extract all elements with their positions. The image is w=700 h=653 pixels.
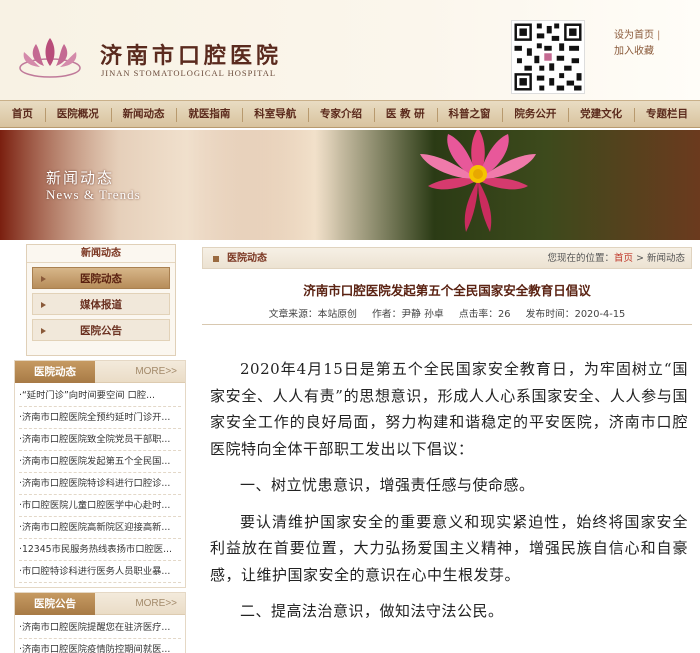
set-homepage-link[interactable]: 设为首页 (614, 30, 654, 41)
article-body: 2020年4月15日是第五个全民国家安全教育日，为牢固树立“国家安全、人人有责”… (210, 356, 688, 625)
hospital-name-en: JINAN STOMATOLOGICAL HOSPITAL (101, 68, 277, 78)
news-list-title: 医院动态 (15, 361, 95, 383)
section-title: 医院动态 (227, 253, 267, 264)
article-author: 作者：尹静 孙卓 (372, 309, 444, 320)
news-more-link[interactable]: MORE>> (135, 361, 177, 383)
divider (202, 324, 692, 325)
nav-item-news[interactable]: 新闻动态 (110, 101, 177, 128)
article-title: 济南市口腔医院发起第五个全民国家安全教育日倡议 (303, 283, 591, 298)
article-paragraph: 2020年4月15日是第五个全民国家安全教育日，为牢固树立“国家安全、人人有责”… (210, 360, 688, 458)
site-header: 济南市口腔医院 JINAN STOMATOLOGICAL HOSPITAL 设为… (0, 0, 700, 100)
arrow-right-icon (41, 276, 46, 282)
side-nav-title: 新闻动态 (27, 245, 175, 263)
list-item[interactable]: ·12345市民服务热线表扬市口腔医... (19, 539, 181, 561)
add-favorite-link[interactable]: 加入收藏 (614, 46, 654, 57)
notice-list-header: 医院公告 MORE>> (15, 593, 185, 615)
breadcrumb-current[interactable]: 新闻动态 (647, 253, 685, 264)
notice-list-title: 医院公告 (15, 593, 95, 615)
nav-item-party[interactable]: 党建文化 (568, 101, 634, 128)
divider: | (657, 30, 661, 41)
lotus-flower-icon (420, 130, 536, 232)
hospital-logo-icon[interactable] (14, 32, 86, 80)
side-nav-item-label: 医院动态 (80, 273, 122, 285)
article-subheading: 一、树立忧患意识，增强责任感与使命感。 (240, 476, 535, 494)
list-item[interactable]: ·市口腔特诊科进行医务人员职业暴... (19, 561, 181, 583)
article-meta: 文章来源：本站原创 作者：尹静 孙卓 点击率：26 发布时间：2020-4-15 (202, 306, 692, 320)
breadcrumb-separator: > (632, 253, 647, 264)
nav-item-overview[interactable]: 医院概况 (44, 101, 111, 128)
list-item[interactable]: ·济南市口腔医院特诊科进行口腔诊... (19, 473, 181, 495)
nav-item-affairs[interactable]: 院务公开 (502, 101, 568, 128)
side-nav-item-label: 媒体报道 (80, 299, 122, 311)
article-paragraph: 要认清维护国家安全的重要意义和现实紧迫性，始终将国家安全利益放在首要位置，大力弘… (210, 512, 688, 584)
notice-list-box: 医院公告 MORE>> ·济南市口腔医院提醒您在驻济医疗... ·济南市口腔医院… (14, 592, 186, 653)
top-links: 设为首页 |加入收藏 (614, 28, 700, 60)
list-item[interactable]: ·济南市口腔医院疫情防控期间就医... (19, 639, 181, 653)
notice-more-link[interactable]: MORE>> (135, 593, 177, 615)
nav-item-science[interactable]: 科普之窗 (436, 101, 503, 128)
qr-code-icon (511, 20, 585, 94)
nav-item-departments[interactable]: 科室导航 (242, 101, 308, 128)
list-item[interactable]: ·济南市口腔医院全预约延时门诊开... (19, 407, 181, 429)
list-item[interactable]: ·济南市口腔医院提醒您在驻济医疗... (19, 617, 181, 639)
nav-item-guide[interactable]: 就医指南 (176, 101, 242, 128)
nav-item-home[interactable]: 首页 (0, 101, 45, 128)
list-item[interactable]: ·济南市口腔医院高新院区迎接高新... (19, 517, 181, 539)
list-item[interactable]: ·济南市口腔医院发起第五个全民国... (19, 451, 181, 473)
list-item[interactable]: ·“延时门诊”向时间要空间 口腔... (19, 385, 181, 407)
arrow-right-icon (41, 328, 46, 334)
side-nav-item-label: 医院公告 (80, 325, 122, 337)
article-hits: 点击率：26 (458, 309, 511, 320)
article-subheading: 二、提高法治意识，做知法守法公民。 (240, 602, 504, 620)
banner-subtitle: News & Trends (46, 187, 141, 202)
breadcrumb: 您现在的位置：首页 > 新闻动态 (547, 248, 685, 269)
arrow-right-icon (41, 302, 46, 308)
article-source: 文章来源：本站原创 (268, 309, 357, 320)
news-list: ·“延时门诊”向时间要空间 口腔... ·济南市口腔医院全预约延时门诊开... … (15, 383, 185, 583)
nav-item-research[interactable]: 医 教 研 (373, 101, 437, 128)
banner-title: 新闻动态 (46, 169, 115, 187)
hospital-name: 济南市口腔医院 (100, 43, 283, 69)
side-nav: 新闻动态 医院动态 媒体报道 医院公告 (26, 244, 176, 356)
side-nav-item-media[interactable]: 媒体报道 (32, 293, 170, 315)
nav-item-topics[interactable]: 专题栏目 (634, 101, 700, 128)
nav-item-experts[interactable]: 专家介绍 (308, 101, 374, 128)
list-item[interactable]: ·市口腔医院儿童口腔医学中心赴时... (19, 495, 181, 517)
news-list-header: 医院动态 MORE>> (15, 361, 185, 383)
news-list-box: 医院动态 MORE>> ·“延时门诊”向时间要空间 口腔... ·济南市口腔医院… (14, 360, 186, 588)
notice-list: ·济南市口腔医院提醒您在驻济医疗... ·济南市口腔医院疫情防控期间就医... (15, 615, 185, 653)
breadcrumb-home-link[interactable]: 首页 (614, 253, 633, 264)
breadcrumb-bar: 医院动态 您现在的位置：首页 > 新闻动态 (202, 247, 692, 269)
square-bullet-icon (213, 256, 219, 262)
article-date: 发布时间：2020-4-15 (525, 309, 626, 320)
page-banner: 新闻动态 News & Trends (0, 130, 700, 240)
breadcrumb-prefix: 您现在的位置： (547, 253, 614, 264)
side-nav-item-hospital-news[interactable]: 医院动态 (32, 267, 170, 289)
main-nav: 首页 医院概况 新闻动态 就医指南 科室导航 专家介绍 医 教 研 科普之窗 院… (0, 100, 700, 128)
side-nav-item-notices[interactable]: 医院公告 (32, 319, 170, 341)
list-item[interactable]: ·济南市口腔医院致全院党员干部职... (19, 429, 181, 451)
